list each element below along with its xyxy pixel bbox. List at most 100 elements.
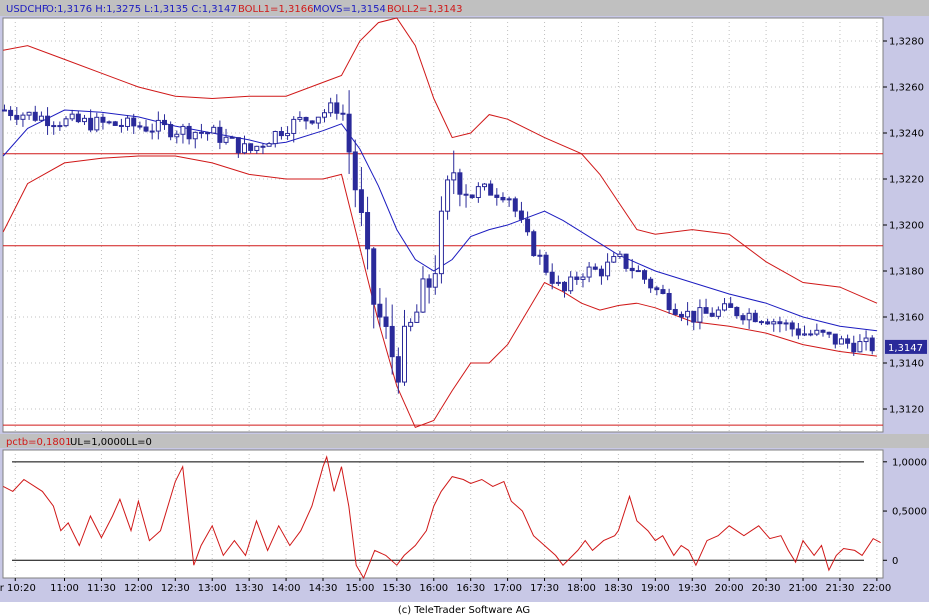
candle-down [112, 121, 118, 126]
time-tick-label: 16:30 [456, 583, 485, 594]
candle-up [211, 126, 217, 134]
candle-down [518, 210, 524, 220]
candle-down [457, 172, 463, 195]
candle-up [506, 198, 512, 201]
time-tick-label: 21:30 [826, 583, 855, 594]
time-tick-label: 13:00 [198, 583, 227, 594]
header-boll2: BOLL2=1,3143 [387, 4, 462, 15]
candle-down [365, 212, 371, 250]
candle-down [808, 333, 814, 336]
candle-down [703, 307, 709, 314]
time-tick-label: 12:00 [124, 583, 153, 594]
time-tick-label: 17:30 [530, 583, 559, 594]
time-tick-label: 11:30 [87, 583, 116, 594]
candle-up [771, 321, 777, 325]
candle-up [432, 273, 438, 288]
time-tick-label: Fr 10:20 [0, 583, 36, 594]
candle-up [69, 113, 75, 120]
candle-down [377, 303, 383, 318]
candle-up [537, 254, 543, 257]
candle-down [161, 119, 167, 126]
price-tick-label: 1,3240 [889, 129, 924, 140]
candle-down [500, 196, 506, 201]
candle-up [63, 118, 69, 127]
candle-down [1, 109, 7, 112]
time-tick-label: 14:30 [309, 583, 338, 594]
candle-down [100, 116, 106, 123]
candle-down [334, 102, 340, 114]
candle-up [81, 117, 87, 123]
candle-down [734, 306, 740, 317]
candle-down [32, 111, 38, 121]
candle-down [654, 287, 660, 291]
candle-up [297, 116, 303, 120]
time-tick-label: 22:00 [862, 583, 891, 594]
candle-down [531, 231, 537, 257]
candle-down [512, 198, 518, 212]
candle-down [229, 136, 235, 139]
candle-up [241, 143, 247, 154]
price-tick-label: 1,3220 [889, 175, 924, 186]
candle-up [414, 311, 420, 323]
candle-up [685, 310, 691, 318]
candle-down [709, 312, 715, 317]
candle-down [383, 316, 389, 327]
candle-up [420, 278, 426, 313]
candle-up [697, 307, 703, 323]
indicator-tick-label: 0 [892, 556, 898, 567]
candle-down [820, 329, 826, 333]
time-tick-label: 12:30 [161, 583, 190, 594]
time-tick-label: 13:30 [235, 583, 264, 594]
candle-down [635, 270, 641, 273]
candle-down [672, 308, 678, 315]
candle-down [51, 125, 57, 128]
candle-down [248, 143, 254, 151]
candle-up [401, 325, 407, 383]
candle-down [118, 124, 124, 127]
candle-down [648, 278, 654, 289]
candle-up [586, 266, 592, 278]
candle-down [143, 126, 149, 132]
candle-down [765, 321, 771, 325]
candle-down [8, 109, 14, 117]
candle-down [389, 325, 395, 358]
candle-down [562, 281, 568, 292]
time-tick-label: 20:30 [752, 583, 781, 594]
candle-down [198, 131, 204, 134]
indicator-header-ul: UL=1,0000 [70, 437, 126, 448]
candle-up [482, 183, 488, 188]
time-tick-label: 16:00 [419, 583, 448, 594]
candle-up [260, 145, 266, 148]
candle-down [186, 125, 192, 140]
time-tick-label: 19:30 [678, 583, 707, 594]
candle-down [346, 113, 352, 153]
candle-up [802, 333, 808, 336]
candle-down [851, 342, 857, 353]
price-tick-label: 1,3140 [889, 359, 924, 370]
candle-up [223, 136, 229, 143]
candle-up [180, 125, 186, 135]
indicator-header-ll: LL=0 [126, 437, 152, 448]
candle-up [155, 119, 161, 132]
candle-up [38, 115, 44, 121]
candle-up [715, 309, 721, 317]
time-tick-label: 20:00 [715, 583, 744, 594]
candle-up [857, 341, 863, 353]
candle-down [149, 130, 155, 133]
time-tick-label: 15:30 [382, 583, 411, 594]
price-tick-label: 1,3120 [889, 405, 924, 416]
candle-up [285, 132, 291, 137]
price-tick-label: 1,3200 [889, 221, 924, 232]
candle-down [869, 337, 875, 352]
candle-down [303, 116, 309, 122]
candle-up [445, 179, 451, 212]
time-tick-label: 19:00 [641, 583, 670, 594]
header-symbol: USDCHF [6, 4, 48, 15]
header-boll1: BOLL1=1,3166 [238, 4, 313, 15]
candle-down [629, 267, 635, 272]
price-tick-label: 1,3180 [889, 267, 924, 278]
candle-down [660, 289, 666, 294]
stock-chart: USDCHF O:1,3176 H:1,3275 L:1,3135 C:1,31… [0, 0, 929, 616]
candle-down [574, 276, 580, 280]
candle-up [555, 281, 561, 284]
